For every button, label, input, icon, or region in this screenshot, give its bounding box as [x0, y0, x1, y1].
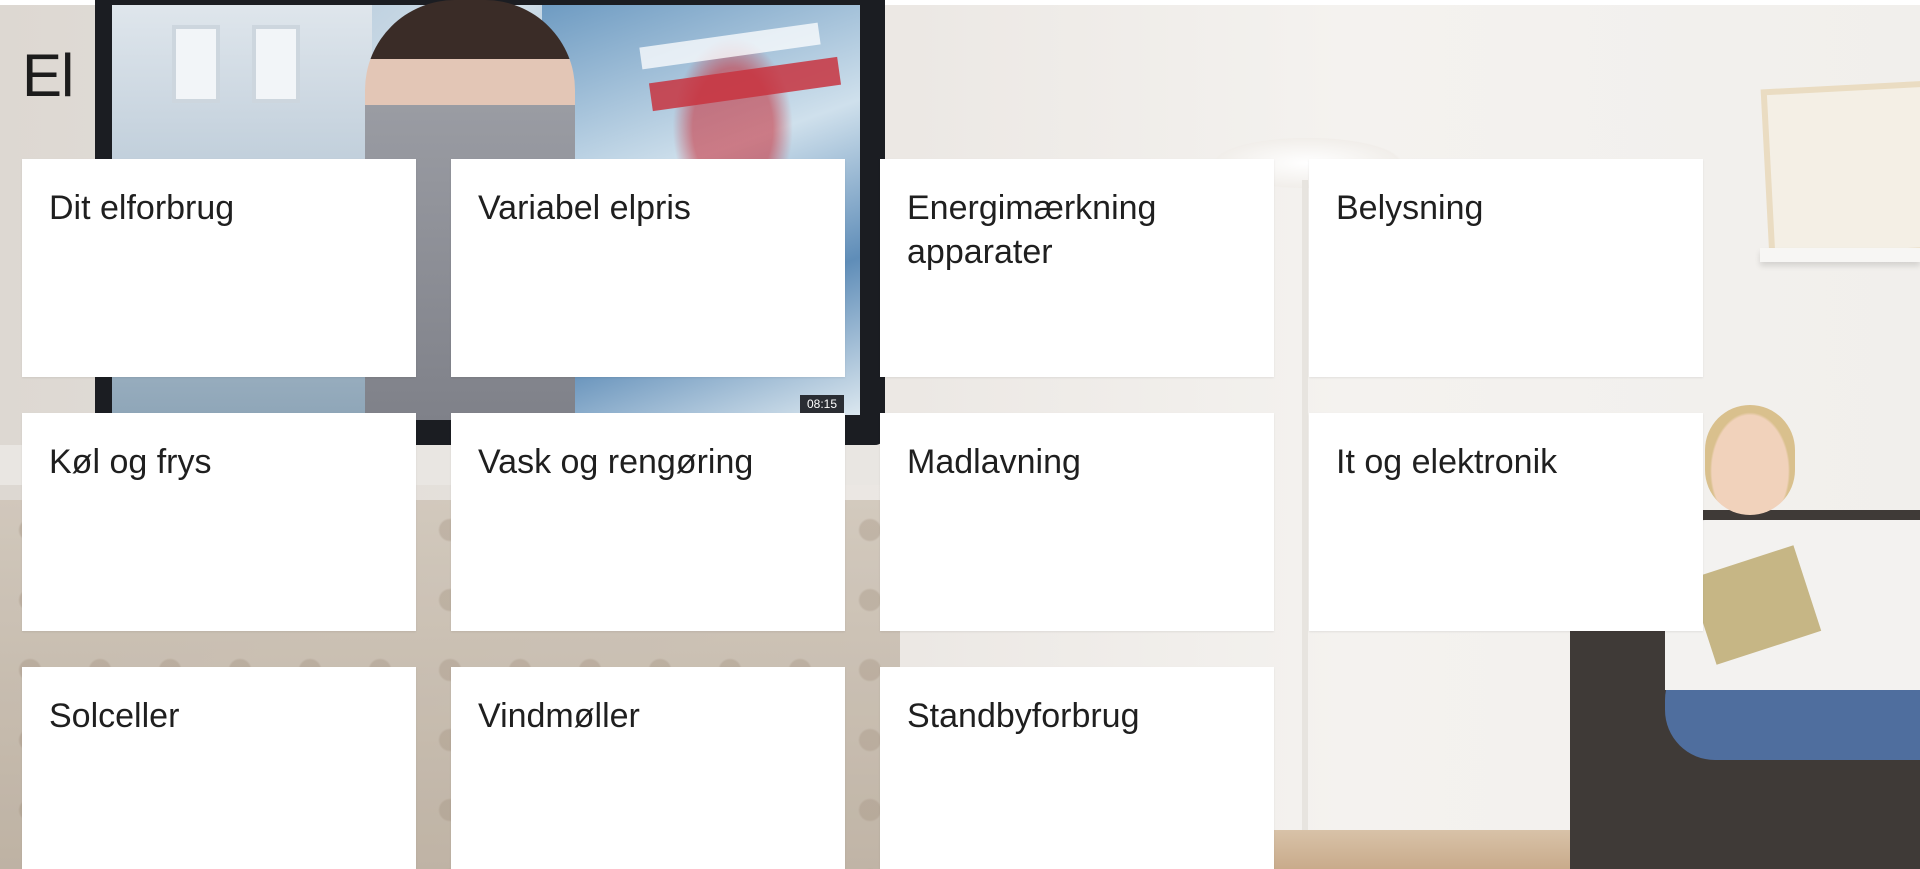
tile-it-og-elektronik[interactable]: It og elektronik — [1309, 413, 1703, 631]
tile-label: Vindmøller — [478, 697, 640, 735]
tile-vask-og-rengoring[interactable]: Vask og rengøring — [451, 413, 845, 631]
tile-madlavning[interactable]: Madlavning — [880, 413, 1274, 631]
tile-dit-elforbrug[interactable]: Dit elforbrug — [22, 159, 416, 377]
wall-picture — [1760, 80, 1920, 262]
tv-window — [252, 25, 300, 103]
tile-kol-og-frys[interactable]: Køl og frys — [22, 413, 416, 631]
tile-solceller[interactable]: Solceller — [22, 667, 416, 869]
tile-label: Vask og rengøring — [478, 443, 754, 481]
tile-vindmoller[interactable]: Vindmøller — [451, 667, 845, 869]
tile-label: Energimærkning apparater — [907, 189, 1157, 271]
tile-standbyforbrug[interactable]: Standbyforbrug — [880, 667, 1274, 869]
tile-label: Variabel elpris — [478, 189, 691, 227]
tile-label: Dit elforbrug — [49, 189, 235, 227]
child-head — [1705, 405, 1795, 515]
tile-label: Standbyforbrug — [907, 697, 1140, 735]
wall-shelf — [1760, 248, 1920, 262]
tv-window — [172, 25, 220, 103]
page-title: El — [22, 42, 74, 109]
tile-label: It og elektronik — [1336, 443, 1558, 481]
category-tile-grid: Dit elforbrug Variabel elpris Energimærk… — [22, 159, 1706, 869]
tile-label: Solceller — [49, 697, 180, 735]
tile-energimaerkning-apparater[interactable]: Energimærkning apparater — [880, 159, 1274, 377]
tile-variabel-elpris[interactable]: Variabel elpris — [451, 159, 845, 377]
tile-label: Madlavning — [907, 443, 1081, 481]
page: 08:15 El Dit elforbrug Variabel elpris E… — [0, 0, 1920, 869]
tile-label: Belysning — [1336, 189, 1484, 227]
tile-belysning[interactable]: Belysning — [1309, 159, 1703, 377]
tile-label: Køl og frys — [49, 443, 212, 481]
